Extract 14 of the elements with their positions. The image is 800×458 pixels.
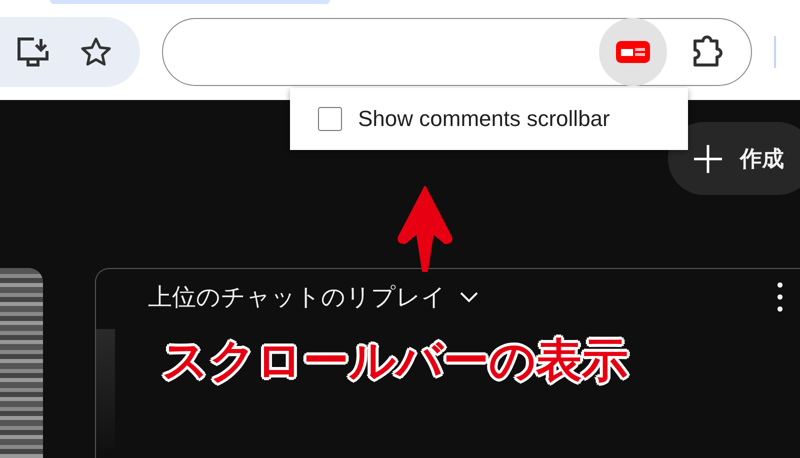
checkbox[interactable] (318, 107, 342, 131)
install-app-icon[interactable] (16, 37, 50, 67)
puzzle-icon[interactable] (691, 35, 725, 69)
star-icon[interactable] (80, 37, 112, 67)
plus-icon (694, 144, 722, 172)
video-thumbnail-placeholder[interactable] (0, 268, 43, 458)
address-bar[interactable] (162, 18, 752, 86)
extension-logo-icon (616, 41, 650, 63)
chevron-down-icon[interactable] (460, 291, 478, 303)
checkbox-label[interactable]: Show comments scrollbar (358, 106, 610, 132)
create-button[interactable]: 作成 (668, 122, 800, 195)
more-options-icon[interactable] (777, 282, 783, 312)
chat-title[interactable]: 上位のチャットのリプレイ (148, 281, 446, 313)
annotation-text: スクロールバーの表示 (162, 332, 628, 389)
